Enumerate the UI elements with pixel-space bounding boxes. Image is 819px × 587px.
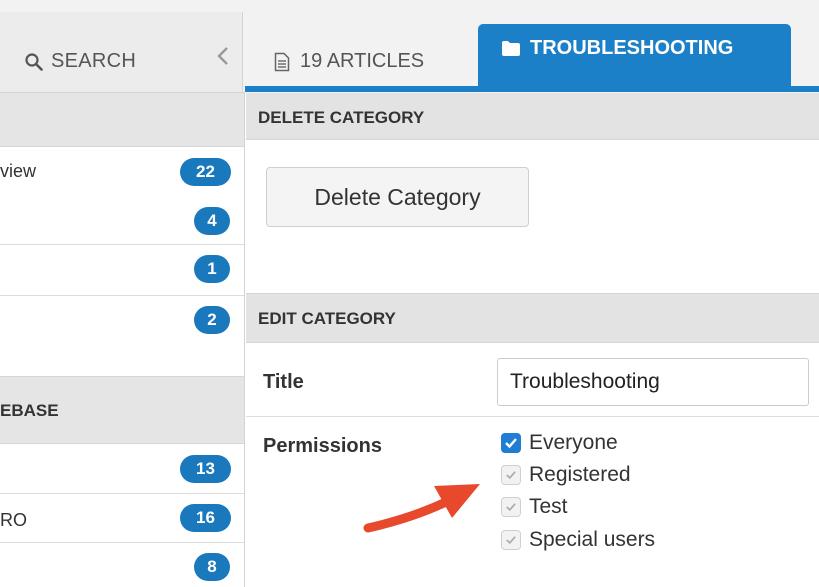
checkmark-icon <box>506 503 516 512</box>
checkmark-icon <box>505 438 517 449</box>
sidebar-item-label: RO <box>0 510 27 530</box>
permission-checkbox-registered[interactable]: Registered <box>501 461 631 489</box>
tab-troubleshooting-label: TROUBLESHOOTING <box>530 37 734 59</box>
delete-category-button[interactable]: Delete Category <box>266 167 529 227</box>
divider <box>246 416 819 417</box>
category-sidebar: view 22 4 1 2 EBASE 13 RO 16 8 <box>0 93 245 587</box>
checkbox-disabled[interactable] <box>501 530 521 550</box>
count-badge: 8 <box>194 553 230 581</box>
chevron-left-icon[interactable] <box>213 45 233 67</box>
document-icon <box>274 52 290 71</box>
permissions-label: Permissions <box>263 435 382 457</box>
tab-articles-label: 19 ARTICLES <box>300 50 425 72</box>
tab-articles[interactable]: 19 ARTICLES <box>252 12 476 92</box>
annotation-arrow <box>363 484 480 533</box>
permission-label: Test <box>529 495 568 518</box>
count-badge: 2 <box>194 306 230 334</box>
checkmark-icon <box>506 471 516 480</box>
count-badge: 22 <box>180 158 231 186</box>
search-label: SEARCH <box>51 50 137 72</box>
section-header-edit: EDIT CATEGORY <box>246 293 819 343</box>
permission-label: Special users <box>529 528 656 551</box>
search-panel-toggle[interactable]: SEARCH <box>0 12 243 92</box>
count-badge: 4 <box>194 207 230 235</box>
checkmark-icon <box>506 536 516 545</box>
active-tab-underline <box>245 86 819 92</box>
count-badge: 16 <box>180 504 231 532</box>
checkbox-disabled[interactable] <box>501 497 521 517</box>
sidebar-section-heading: EBASE <box>0 376 244 444</box>
top-bar: SEARCH 19 ARTICLES TROUBLESHOOTING <box>0 0 819 93</box>
tab-troubleshooting[interactable]: TROUBLESHOOTING <box>478 24 791 92</box>
permission-label: Everyone <box>529 431 618 454</box>
search-button[interactable]: SEARCH <box>25 50 136 73</box>
section-title: DELETE CATEGORY <box>258 108 425 127</box>
permission-checkbox-special-users[interactable]: Special users <box>501 526 655 554</box>
title-input[interactable] <box>497 358 809 406</box>
folder-icon <box>502 41 520 56</box>
permission-checkbox-test[interactable]: Test <box>501 493 568 521</box>
permission-checkbox-everyone[interactable]: Everyone <box>501 429 618 457</box>
section-header-delete: DELETE CATEGORY <box>246 93 819 140</box>
search-icon <box>25 52 43 71</box>
sidebar-section-heading <box>0 93 244 147</box>
main-content: DELETE CATEGORY Delete Category EDIT CAT… <box>246 93 819 587</box>
checkbox-checked[interactable] <box>501 433 521 453</box>
section-title: EDIT CATEGORY <box>258 309 396 328</box>
checkbox-disabled[interactable] <box>501 465 521 485</box>
count-badge: 1 <box>194 255 230 283</box>
permission-label: Registered <box>529 463 631 486</box>
count-badge: 13 <box>180 455 231 483</box>
title-label: Title <box>263 371 304 393</box>
sidebar-item-label: view <box>0 161 37 181</box>
